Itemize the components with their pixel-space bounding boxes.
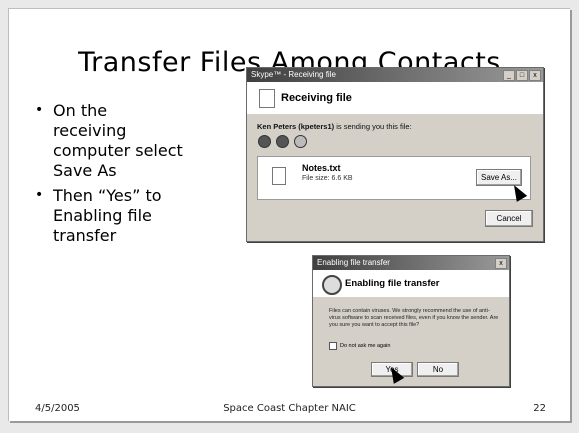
receiving-header-band: Receiving file (247, 82, 543, 114)
bullet-item: • On the receiving computer select Save … (35, 101, 185, 181)
file-info-box: Notes.txt File size: 6.6 KB Save As... (257, 156, 531, 200)
minimize-button[interactable]: _ (503, 70, 515, 81)
receiving-file-window: Skype™ - Receiving file _ □ x Receiving … (246, 67, 544, 242)
view-profile-icon[interactable] (258, 135, 271, 148)
enabling-header-band: Enabling file transfer (313, 270, 509, 297)
document-icon (259, 89, 275, 108)
file-icon (272, 167, 286, 185)
bullet-text: Then “Yes” to Enabling file transfer (53, 186, 162, 245)
close-button[interactable]: x (495, 258, 507, 269)
receiving-window-title: Skype™ - Receiving file (251, 70, 336, 79)
contact-actions (258, 135, 307, 148)
do-not-ask-checkbox[interactable] (329, 342, 337, 350)
sender-line: Ken Peters (kpeters1) is sending you thi… (257, 122, 412, 131)
enabling-window-title: Enabling file transfer (317, 258, 390, 267)
window-controls: x (495, 258, 507, 269)
info-icon[interactable] (276, 135, 289, 148)
bullet-list: • On the receiving computer select Save … (35, 101, 185, 251)
enabling-transfer-window: Enabling file transfer x Enabling file t… (312, 255, 510, 387)
do-not-ask-label: Do not ask me again (340, 343, 391, 349)
do-not-ask-row: Do not ask me again (329, 342, 390, 350)
sender-text: is sending you this file: (336, 122, 412, 131)
enabling-heading: Enabling file transfer (345, 278, 440, 289)
window-controls: _ □ x (503, 70, 541, 81)
footer-center: Space Coast Chapter NAIC (223, 403, 356, 414)
file-name: Notes.txt (302, 163, 341, 173)
virus-warning-text: Files can contain viruses. We strongly r… (329, 308, 499, 328)
receiving-heading: Receiving file (281, 92, 352, 104)
skype-icon (322, 275, 342, 295)
cancel-button[interactable]: Cancel (485, 210, 533, 227)
sender-name: Ken Peters (kpeters1) (257, 122, 335, 131)
bullet-icon: • (35, 187, 44, 203)
no-button[interactable]: No (417, 362, 459, 377)
bullet-icon: • (35, 102, 44, 118)
receiving-window-titlebar[interactable]: Skype™ - Receiving file _ □ x (247, 68, 543, 82)
file-size: File size: 6.6 KB (302, 175, 353, 182)
bullet-text: On the receiving computer select Save As (53, 101, 183, 180)
maximize-button[interactable]: □ (516, 70, 528, 81)
bullet-item: • Then “Yes” to Enabling file transfer (35, 186, 185, 246)
enabling-window-titlebar[interactable]: Enabling file transfer x (313, 256, 509, 270)
close-button[interactable]: x (529, 70, 541, 81)
block-icon[interactable] (294, 135, 307, 148)
footer-page-number: 22 (533, 403, 546, 414)
